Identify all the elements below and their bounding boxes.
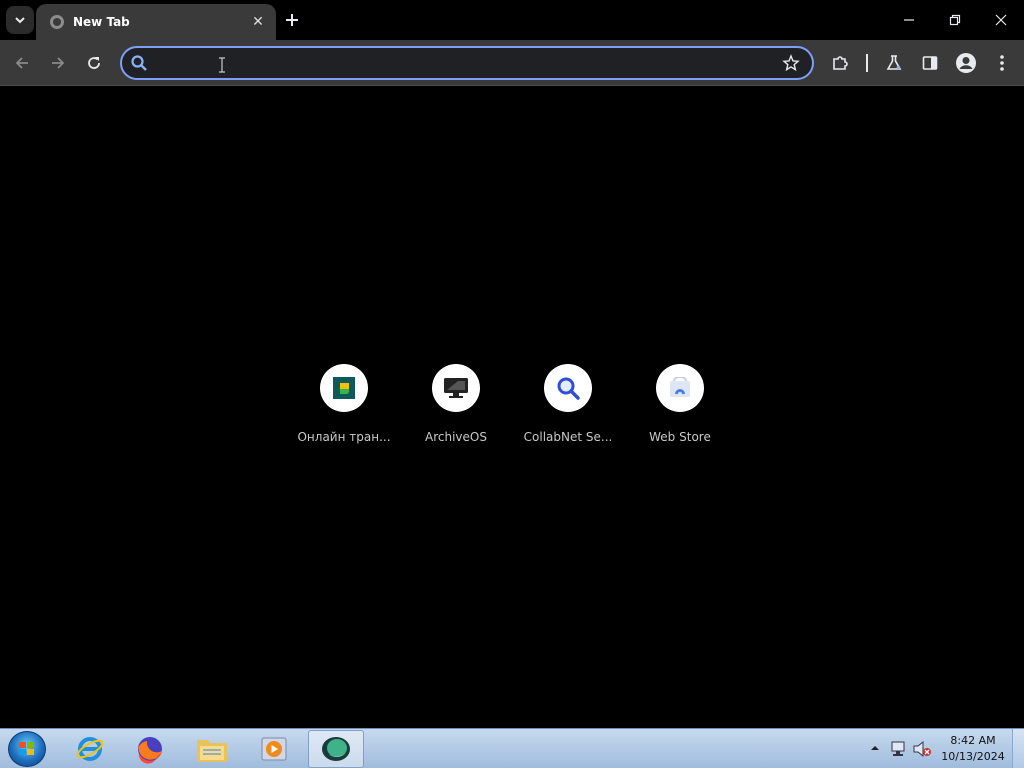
windows-logo-icon xyxy=(19,742,34,755)
media-player-icon xyxy=(261,737,287,761)
toolbar-separator xyxy=(866,54,868,72)
avatar-icon xyxy=(956,53,976,73)
reload-icon xyxy=(88,57,100,69)
bookmark-star-icon[interactable] xyxy=(782,54,800,72)
minimize-icon xyxy=(904,19,914,21)
network-icon[interactable] xyxy=(890,740,908,758)
shortcut-tile[interactable]: CollabNet Se... xyxy=(512,358,624,454)
shortcut-tile[interactable]: ArchiveOS xyxy=(400,358,512,454)
arrow-right-icon xyxy=(52,57,65,69)
taskbar-app[interactable] xyxy=(122,730,178,768)
puzzle-icon xyxy=(833,56,848,70)
firefox-icon xyxy=(138,737,162,764)
monitor-icon xyxy=(444,378,468,398)
menu-button[interactable] xyxy=(988,49,1016,77)
start-button[interactable] xyxy=(8,731,46,767)
chevron-down-icon xyxy=(15,17,25,24)
close-icon[interactable]: ✕ xyxy=(250,14,266,30)
browser-toolbar xyxy=(0,40,1024,86)
restore-button[interactable] xyxy=(932,4,978,36)
new-tab-button[interactable] xyxy=(280,8,304,32)
clock-time: 8:42 AM xyxy=(950,734,996,747)
side-panel-button[interactable] xyxy=(916,49,944,77)
restore-icon xyxy=(949,14,961,26)
tab-new-tab[interactable]: New Tab ✕ xyxy=(36,4,276,40)
shortcut-label: CollabNet Se... xyxy=(523,430,613,444)
chrome-app-icon xyxy=(322,737,350,761)
tab-search-button[interactable] xyxy=(6,6,34,34)
tab-title: New Tab xyxy=(73,15,130,29)
taskbar-app[interactable] xyxy=(62,730,118,768)
plus-icon xyxy=(286,14,298,26)
clock-date: 10/13/2024 xyxy=(941,750,1005,763)
shortcut-label: Онлайн тран... xyxy=(297,430,391,444)
file-explorer-icon xyxy=(197,740,227,762)
extensions-button[interactable] xyxy=(826,49,854,77)
green-square-icon xyxy=(333,377,355,399)
magnifier-icon xyxy=(557,377,580,400)
tray-expand-icon[interactable] xyxy=(870,743,880,753)
web-store-icon xyxy=(670,377,690,397)
windows-taskbar: 8:42 AM 10/13/2024 xyxy=(0,728,1024,768)
profile-button[interactable] xyxy=(952,49,980,77)
text-cursor-icon xyxy=(219,57,225,73)
close-window-button[interactable] xyxy=(978,4,1024,36)
shortcut-label: Web Store xyxy=(649,430,711,444)
volume-muted-icon[interactable] xyxy=(912,740,932,758)
minimize-button[interactable] xyxy=(886,4,932,36)
back-button[interactable] xyxy=(8,49,36,77)
shortcut-tile[interactable]: Web Store xyxy=(624,358,736,454)
forward-button[interactable] xyxy=(44,49,72,77)
address-input[interactable] xyxy=(154,53,754,73)
search-icon xyxy=(131,55,147,71)
reload-button[interactable] xyxy=(80,49,108,77)
kebab-menu-icon xyxy=(1000,55,1004,71)
tab-strip: New Tab ✕ xyxy=(0,0,1024,40)
internet-explorer-icon xyxy=(76,737,104,761)
taskbar-clock[interactable]: 8:42 AM 10/13/2024 xyxy=(934,733,1012,765)
side-panel-icon xyxy=(922,56,938,70)
taskbar-app[interactable] xyxy=(184,730,240,768)
shortcut-label: ArchiveOS xyxy=(425,430,487,444)
close-icon xyxy=(995,14,1007,26)
arrow-left-icon xyxy=(15,57,28,69)
taskbar-app[interactable] xyxy=(246,730,302,768)
shortcut-tile[interactable]: Онлайн тран... xyxy=(288,358,400,454)
taskbar-app[interactable] xyxy=(308,730,364,768)
show-desktop-button[interactable] xyxy=(1012,729,1024,768)
flask-icon xyxy=(886,55,902,70)
globe-icon xyxy=(50,15,64,29)
labs-button[interactable] xyxy=(880,49,908,77)
